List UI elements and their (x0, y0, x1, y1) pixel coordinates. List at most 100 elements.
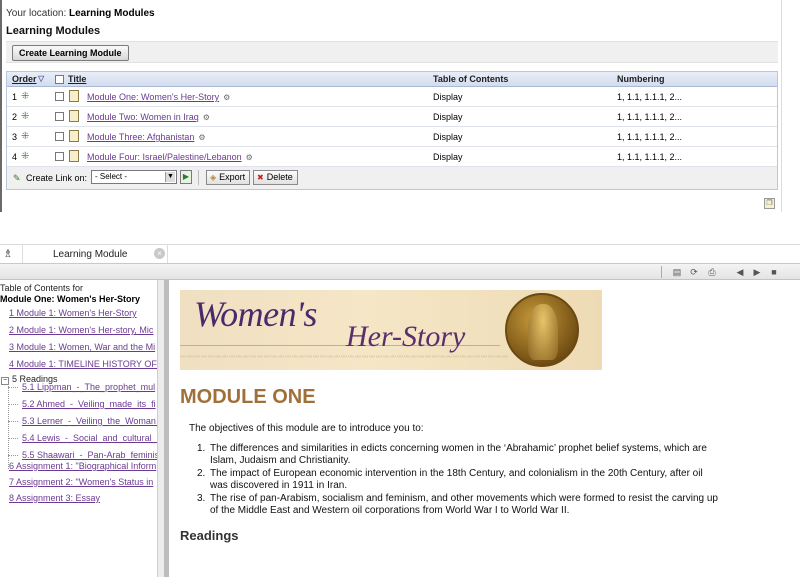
create-link-label: Create Link on: (26, 173, 88, 183)
modules-table: Order ▽ Title Table of Contents Numberin… (6, 71, 778, 190)
delete-button[interactable]: ✖ Delete (253, 170, 298, 185)
row-toc: Display (433, 152, 463, 162)
list-item-line: of the Middle East and Western oil corpo… (210, 505, 570, 516)
toc-item[interactable]: 5.5 Shaawari_-_Pan-Arab_feminis (22, 450, 157, 460)
toc-item[interactable]: 8 Assignment 3: Essay (9, 493, 100, 503)
row-order: 3 (12, 132, 18, 142)
row-checkbox[interactable] (55, 152, 64, 161)
banner-title-word1: Women's (194, 294, 317, 334)
module-title-link[interactable]: Module Four: Israel/Palestine/Lebanon ⚙ (87, 152, 253, 162)
row-numbering: 1, 1.1, 1.1.1, 2... (617, 112, 683, 122)
learning-modules-panel: Your location: Learning Modules Learning… (0, 0, 782, 212)
list-item-line: The rise of pan-Arabism, socialism and f… (210, 493, 718, 504)
toc-tree-branch (8, 421, 18, 422)
toc-item[interactable]: 5.1 Lippman_-_The_prophet_mul (22, 382, 155, 392)
breadcrumb: Your location: Learning Modules (6, 8, 155, 19)
create-link-select-value: - Select - (95, 172, 128, 181)
viewer-toolbar: ▤ ⟳ ⎙ ◀ ▶ ■ (0, 263, 800, 280)
module-title-text[interactable]: Module One: Women's Her-Story (87, 92, 219, 102)
select-all-checkbox[interactable] (55, 75, 64, 84)
module-content: 〰〰〰〰〰〰〰〰〰〰〰〰〰〰〰〰〰〰〰〰〰〰〰〰〰〰〰〰〰〰〰〰〰〰〰〰〰〰〰〰… (169, 280, 800, 577)
column-title[interactable]: Title (68, 74, 86, 84)
toc-header: Table of Contents for (0, 283, 84, 293)
tag-icon[interactable]: ⚙ (203, 113, 210, 122)
row-checkbox[interactable] (55, 92, 64, 101)
export-button[interactable]: ◈ Export (206, 170, 251, 185)
module-title-text[interactable]: Module Four: Israel/Palestine/Lebanon (87, 152, 242, 162)
export-icon: ◈ (210, 173, 217, 182)
close-tab-icon[interactable]: × (154, 248, 165, 259)
previous-icon[interactable]: ◀ (734, 266, 746, 278)
sort-arrow-icon[interactable]: ▽ (38, 74, 44, 83)
statue-figure (528, 304, 558, 360)
document-icon (69, 150, 79, 162)
toc-tree-branch (8, 438, 18, 439)
tab-learning-module[interactable]: Learning Module × (22, 245, 168, 264)
column-toc: Table of Contents (433, 74, 509, 84)
create-link-select[interactable]: - Select - ▼ (91, 170, 177, 184)
toc-scrollbar[interactable] (157, 280, 164, 577)
list-item-line: was discovered in 1911 in Iran. (210, 480, 348, 491)
list-item-number: 3. (197, 493, 206, 504)
row-checkbox[interactable] (55, 112, 64, 121)
move-arrows-icon[interactable]: ⁜ (21, 111, 29, 122)
move-arrows-icon[interactable]: ⁜ (21, 91, 29, 102)
row-numbering: 1, 1.1, 1.1.1, 2... (617, 132, 683, 142)
toc-item[interactable]: 4 Module 1: TIMELINE HISTORY OF T (9, 359, 157, 369)
toc-tree-branch (8, 455, 18, 456)
toc-item[interactable]: 1 Module 1: Women's Her-Story (9, 308, 137, 318)
list-item-number: 1. (197, 443, 206, 454)
module-title-link[interactable]: Module One: Women's Her-Story ⚙ (87, 92, 230, 102)
copy-icon[interactable]: ❐ (764, 198, 775, 209)
list-item: 1. The differences and similarities in e… (197, 443, 787, 467)
readings-heading: Readings (180, 528, 239, 543)
go-button[interactable]: ▶ (180, 170, 192, 184)
row-order: 2 (12, 112, 18, 122)
toc-item[interactable]: 6 Assignment 1: "Biographical Inform (9, 461, 156, 471)
print-icon[interactable]: ⎙ (706, 266, 718, 278)
toc-pane: Table of Contents for Module One: Women'… (0, 280, 157, 577)
toc-item[interactable]: 5.2 Ahmed_-_Veiling_made_its_fi (22, 399, 156, 409)
document-icon (69, 90, 79, 102)
document-icon (69, 110, 79, 122)
table-row: 3 ⁜ Module Three: Afghanistan ⚙ Display 1… (7, 127, 777, 147)
row-toc: Display (433, 92, 463, 102)
viewer-tab-strip: ♗ Learning Module × (0, 244, 800, 264)
toc-item[interactable]: 7 Assignment 2: "Women's Status in (9, 477, 153, 487)
row-order: 4 (12, 152, 18, 162)
page-icon[interactable]: ▤ (671, 266, 683, 278)
move-arrows-icon[interactable]: ⁜ (21, 151, 29, 162)
screen-root: Your location: Learning Modules Learning… (0, 0, 800, 577)
stop-icon[interactable]: ■ (768, 266, 780, 278)
row-checkbox[interactable] (55, 132, 64, 141)
tag-icon[interactable]: ⚙ (198, 133, 205, 142)
refresh-icon[interactable]: ⟳ (688, 266, 700, 278)
module-title-link[interactable]: Module Two: Women in Iraq ⚙ (87, 112, 210, 122)
next-icon[interactable]: ▶ (751, 266, 763, 278)
column-order[interactable]: Order (12, 74, 37, 84)
create-learning-module-button[interactable]: Create Learning Module (12, 45, 129, 61)
list-item-line: The impact of European economic interven… (210, 468, 703, 479)
tab-label: Learning Module (53, 249, 128, 260)
table-row: 1 ⁜ Module One: Women's Her-Story ⚙ Displ… (7, 87, 777, 107)
toc-item[interactable]: 5.4 Lewis_-_Social_and_cultural_b (22, 433, 157, 443)
module-title-text[interactable]: Module Two: Women in Iraq (87, 112, 199, 122)
module-title-text[interactable]: Module Three: Afghanistan (87, 132, 194, 142)
list-item-line: The differences and similarities in edic… (210, 443, 707, 454)
collapse-icon[interactable]: − (1, 377, 9, 385)
module-banner: 〰〰〰〰〰〰〰〰〰〰〰〰〰〰〰〰〰〰〰〰〰〰〰〰〰〰〰〰〰〰〰〰〰〰〰〰〰〰〰〰… (180, 290, 602, 370)
toc-item[interactable]: 3 Module 1: Women, War and the Mi (9, 342, 155, 352)
module-title-link[interactable]: Module Three: Afghanistan ⚙ (87, 132, 206, 142)
tag-icon[interactable]: ⚙ (246, 153, 253, 162)
move-arrows-icon[interactable]: ⁜ (21, 131, 29, 142)
table-row: 4 ⁜ Module Four: Israel/Palestine/Lebano… (7, 147, 777, 167)
toc-item[interactable]: 2 Module 1: Women's Her-story, Mic (9, 325, 153, 335)
toc-item[interactable]: 5.3 Lerner_-_Veiling_the_Woman_ (22, 416, 157, 426)
delete-icon: ✖ (257, 173, 264, 182)
toc-tree-branch (8, 387, 18, 388)
list-item-line: Islam, Judaism and Christianity. (210, 455, 351, 466)
tag-icon[interactable]: ⚙ (223, 93, 230, 102)
objectives-list: 1. The differences and similarities in e… (197, 443, 787, 518)
action-bar: Create Learning Module (6, 41, 778, 63)
chevron-down-icon[interactable]: ▼ (165, 172, 175, 182)
